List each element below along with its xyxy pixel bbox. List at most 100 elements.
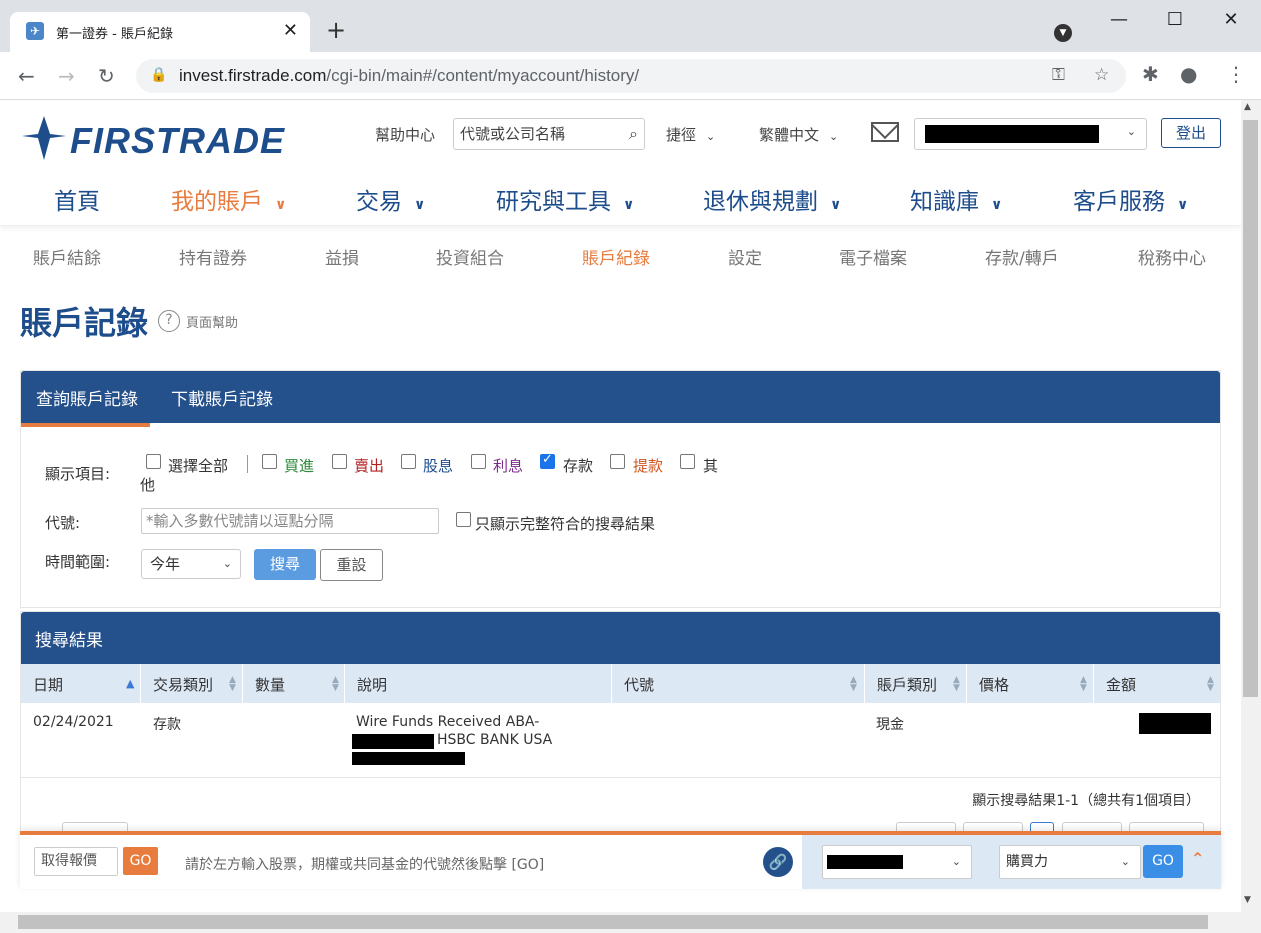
chevron-down-icon: ⌄: [222, 557, 232, 570]
account-select[interactable]: ⌄: [914, 118, 1147, 150]
minimize-icon[interactable]: —: [1096, 8, 1142, 34]
browser-menu-icon[interactable]: ⋮: [1226, 62, 1246, 86]
extensions-icon[interactable]: ✱: [1142, 62, 1159, 86]
redacted-amount: [1139, 713, 1211, 734]
symbol-label: 代號:: [45, 514, 81, 532]
col-header-date[interactable]: 日期: [33, 674, 63, 695]
main-nav-knowledge[interactable]: 知識庫 ∨: [910, 182, 1002, 216]
col-header-type[interactable]: 交易類別: [153, 674, 213, 695]
url-text[interactable]: invest.firstrade.com/cgi-bin/main#/conte…: [179, 66, 639, 86]
help-icon[interactable]: ?: [158, 310, 180, 332]
search-button[interactable]: 搜尋: [254, 549, 316, 580]
quick-account-select[interactable]: ⌄: [822, 845, 972, 879]
sub-nav-balances[interactable]: 賬戶結餘: [33, 244, 101, 269]
buying-power-select[interactable]: 購買力 ⌄: [999, 845, 1141, 879]
checkbox-label-other: 其: [703, 457, 719, 475]
sub-nav-settings[interactable]: 設定: [728, 244, 762, 269]
link-icon[interactable]: 🔗: [763, 847, 793, 877]
symbol-search-input[interactable]: [460, 125, 615, 143]
checkbox-dividend[interactable]: [401, 454, 416, 469]
quote-symbol-input[interactable]: 取得報價: [34, 847, 118, 876]
forward-icon[interactable]: →: [58, 64, 75, 88]
main-nav-trade[interactable]: 交易 ∨: [356, 182, 425, 216]
col-header-amount[interactable]: 金額: [1106, 674, 1136, 695]
checkbox-deposit[interactable]: [540, 452, 555, 469]
back-icon[interactable]: ←: [18, 64, 35, 88]
main-nav-my-account[interactable]: 我的賬戶 ∨: [171, 182, 286, 216]
sort-icon[interactable]: ▲ ▼: [850, 676, 857, 693]
sub-nav-tax[interactable]: 稅務中心: [1138, 244, 1206, 269]
checkbox-select-all[interactable]: [146, 454, 161, 469]
sub-nav-positions[interactable]: 持有證券: [179, 244, 247, 269]
sort-icon[interactable]: ▲ ▼: [332, 676, 339, 693]
logo-mark-icon: [22, 116, 66, 160]
scroll-down-icon[interactable]: ▼: [1244, 895, 1251, 905]
col-header-description[interactable]: 說明: [357, 674, 387, 695]
main-nav-customer-service[interactable]: 客戶服務 ∨: [1073, 182, 1188, 216]
reload-icon[interactable]: ↻: [98, 64, 115, 88]
logout-button[interactable]: 登出: [1161, 118, 1221, 148]
language-menu[interactable]: 繁體中文 ⌄: [759, 124, 838, 145]
tab-close-icon[interactable]: ✕: [283, 20, 298, 41]
sub-nav-gainloss[interactable]: 益損: [325, 244, 359, 269]
symbol-search-box[interactable]: ⌕: [453, 118, 645, 150]
page-title: 賬戶記錄: [20, 304, 149, 342]
checkbox-exact-match[interactable]: [456, 512, 471, 527]
sort-icon[interactable]: ▲ ▼: [1080, 676, 1087, 693]
chevron-down-icon: ⌄: [1120, 855, 1130, 868]
scroll-up-icon[interactable]: ▲: [1244, 102, 1251, 112]
mail-icon[interactable]: [871, 122, 899, 142]
checkbox-buy[interactable]: [262, 454, 277, 469]
time-range-select[interactable]: 今年 ⌄: [141, 549, 241, 579]
quote-go-button[interactable]: GO: [123, 847, 158, 875]
media-control-icon[interactable]: ▼: [1054, 24, 1072, 42]
sort-ascending-icon[interactable]: ▲: [126, 677, 134, 690]
buying-power-go-button[interactable]: GO: [1143, 845, 1183, 878]
page-help-link[interactable]: 頁面幫助: [186, 312, 238, 331]
checkbox-sell[interactable]: [332, 454, 347, 469]
vertical-scroll-thumb[interactable]: [1243, 120, 1258, 697]
checkbox-withdrawal[interactable]: [610, 454, 625, 469]
sub-nav-deposit[interactable]: 存款/轉戶: [985, 244, 1059, 269]
chevron-down-icon: ∨: [275, 197, 287, 213]
checkbox-other[interactable]: [680, 454, 695, 469]
expand-up-icon[interactable]: ⌃: [1191, 849, 1204, 868]
checkbox-interest[interactable]: [471, 454, 486, 469]
search-icon[interactable]: ⌕: [629, 124, 638, 144]
cell-date: 02/24/2021: [33, 714, 114, 730]
col-header-quantity[interactable]: 數量: [255, 674, 285, 695]
browser-tab[interactable]: ✈ 第一證券 - 賬戶紀錄 ✕: [10, 12, 310, 52]
help-center-link[interactable]: 幫助中心: [375, 124, 435, 145]
tab-download-history[interactable]: 下載賬戶記錄: [171, 385, 273, 410]
tab-query-history[interactable]: 查詢賬戶記錄: [21, 385, 150, 427]
sort-icon[interactable]: ▲ ▼: [229, 676, 236, 693]
sub-nav-portfolio[interactable]: 投資組合: [436, 244, 504, 269]
horizontal-scroll-thumb[interactable]: [18, 915, 1208, 929]
col-separator: [242, 664, 243, 703]
quote-hint: 請於左方輸入股票，期權或共同基金的代號然後點擊 [GO]: [185, 857, 545, 873]
lock-icon[interactable]: 🔒: [150, 67, 167, 83]
col-header-account-type[interactable]: 賬戶類別: [877, 674, 937, 695]
main-nav-home[interactable]: 首頁: [54, 182, 100, 216]
sub-nav-history[interactable]: 賬戶紀錄: [582, 244, 650, 269]
sub-nav-documents[interactable]: 電子檔案: [839, 244, 907, 269]
main-nav-research[interactable]: 研究與工具 ∨: [496, 182, 634, 216]
col-separator: [1093, 664, 1094, 703]
shortcut-menu[interactable]: 捷徑 ⌄: [666, 124, 715, 145]
col-header-symbol[interactable]: 代號: [624, 674, 654, 695]
sort-icon[interactable]: ▲ ▼: [953, 676, 960, 693]
results-summary: 顯示搜尋結果1-1（總共有1個項目）: [972, 793, 1200, 809]
main-nav-retirement[interactable]: 退休與規劃 ∨: [703, 182, 841, 216]
address-bar[interactable]: 🔒 invest.firstrade.com/cgi-bin/main#/con…: [136, 59, 1126, 93]
profile-avatar-icon[interactable]: ●: [1180, 62, 1197, 86]
maximize-icon[interactable]: ☐: [1152, 8, 1198, 34]
reset-button[interactable]: 重設: [320, 549, 383, 581]
col-header-price[interactable]: 價格: [979, 674, 1009, 695]
symbol-filter-input[interactable]: [141, 508, 439, 534]
sort-icon[interactable]: ▲ ▼: [1207, 676, 1214, 693]
bookmark-star-icon[interactable]: ☆: [1094, 65, 1109, 85]
new-tab-icon[interactable]: +: [326, 18, 346, 42]
divider: [247, 455, 248, 473]
key-icon[interactable]: ⚿: [1052, 65, 1065, 85]
window-close-icon[interactable]: ✕: [1208, 8, 1254, 34]
